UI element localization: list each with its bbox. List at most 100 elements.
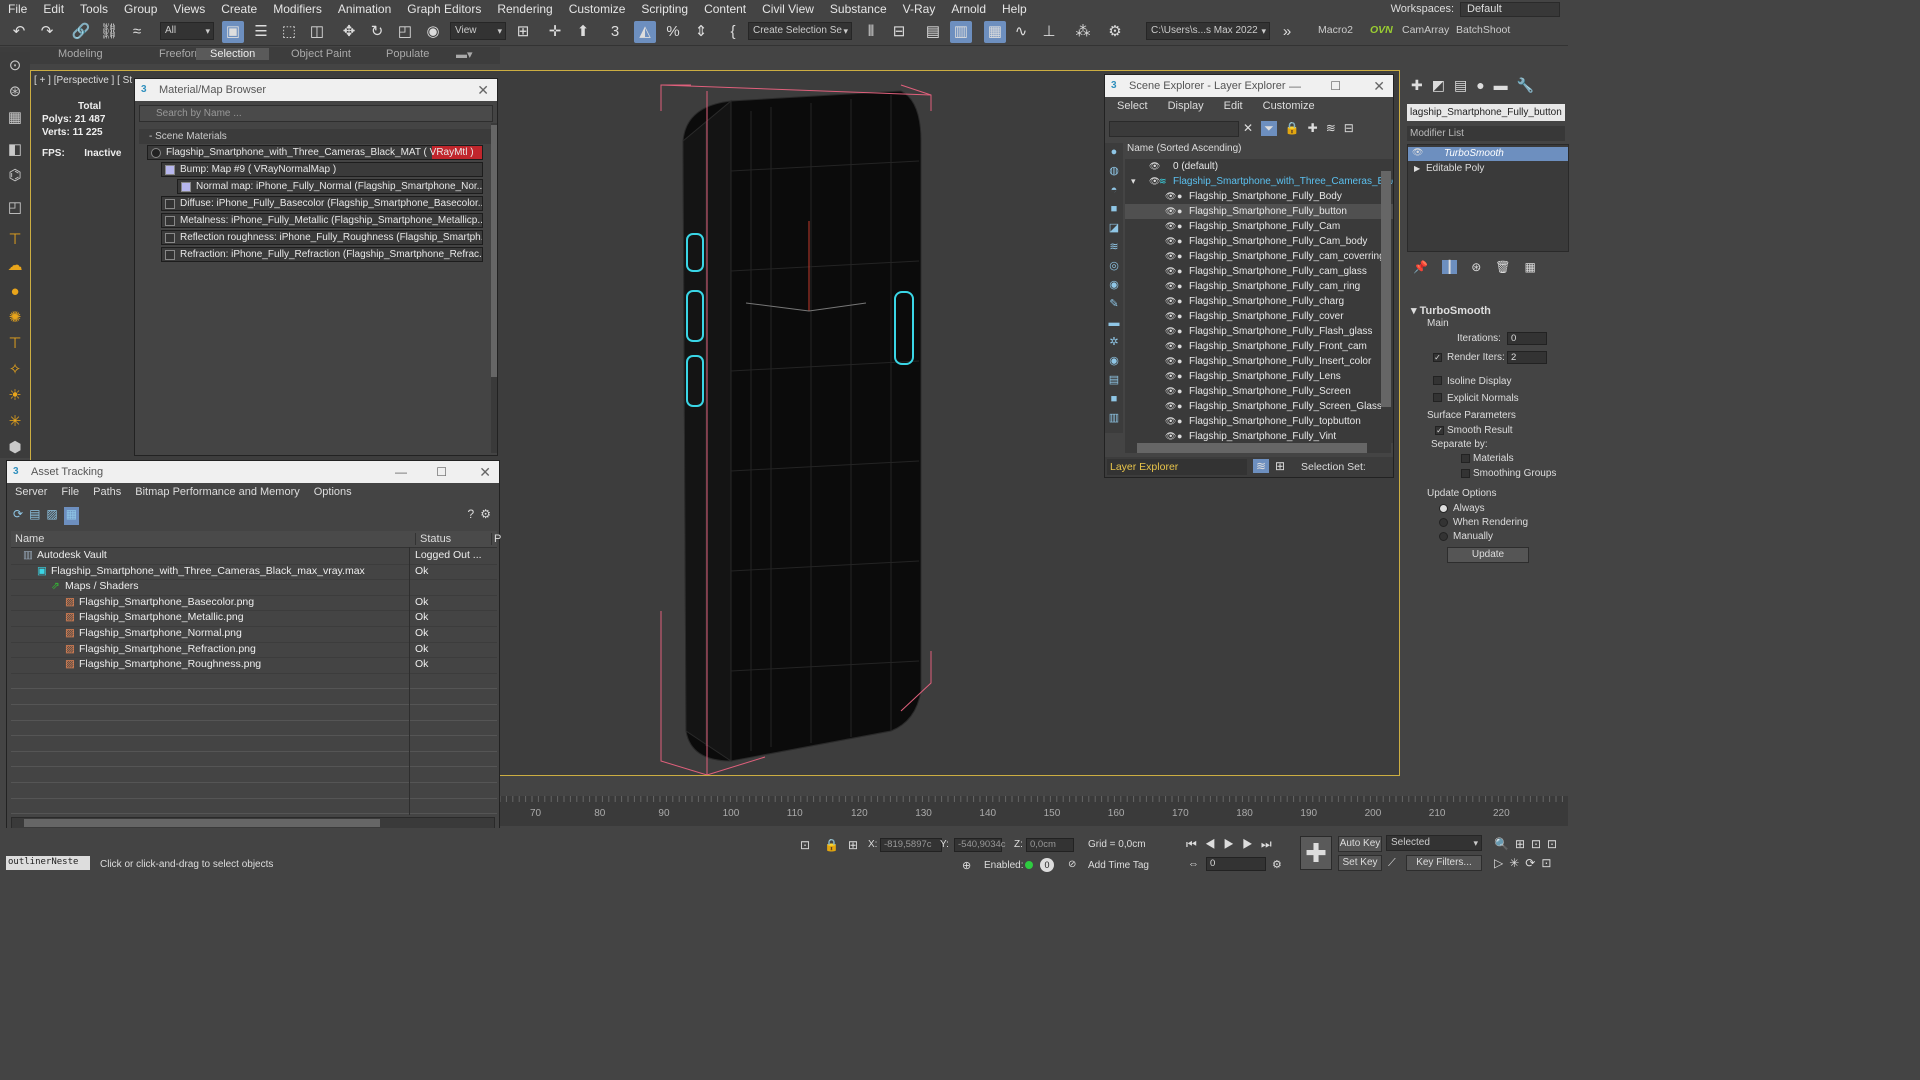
scene-node[interactable]: 👁 ● Flagship_Smartphone_Fully_charg bbox=[1125, 294, 1393, 309]
material-scrollbar[interactable] bbox=[491, 123, 497, 453]
scene-node[interactable]: 👁 ● Flagship_Smartphone_Fully_Vint bbox=[1125, 429, 1393, 443]
key-mode-icon[interactable]: ⟋ bbox=[1388, 857, 1396, 870]
menu-create[interactable]: Create bbox=[213, 2, 265, 16]
always-radio[interactable] bbox=[1439, 504, 1448, 513]
scene-node[interactable]: 👁 ● Flagship_Smartphone_Fully_cam_ring bbox=[1125, 279, 1393, 294]
eye-icon[interactable]: 👁 bbox=[1165, 294, 1176, 309]
systems-icon[interactable]: ✺ bbox=[4, 308, 26, 328]
adaptive-degradation-icon[interactable]: ⊕ bbox=[962, 859, 971, 872]
explicit-normals-checkbox[interactable] bbox=[1433, 393, 1442, 402]
object-render-icon[interactable]: ● bbox=[1177, 219, 1182, 234]
sun-icon[interactable]: ☀ bbox=[4, 386, 26, 406]
filter-icon[interactable]: ⏷ bbox=[1261, 121, 1277, 136]
key-filters-button[interactable]: Key Filters... bbox=[1406, 855, 1482, 871]
hierarchy-tab-icon[interactable]: ▤ bbox=[1454, 77, 1467, 94]
rotate-icon[interactable]: ↻ bbox=[366, 21, 388, 43]
object-render-icon[interactable]: ● bbox=[1177, 339, 1182, 354]
column-name[interactable]: Name bbox=[15, 533, 44, 545]
filter-icons[interactable]: ● ◍ ◓ ■ ◪ ≋ ◎ ◉ ✎ ▬ ✲ ◉ ▤ ■ ▥ bbox=[1105, 143, 1123, 428]
link-icon[interactable]: 🔗 bbox=[70, 21, 92, 43]
minimize-icon[interactable]: — bbox=[1289, 75, 1301, 97]
scene-node[interactable]: 👁 ● Flagship_Smartphone_Fully_button bbox=[1125, 204, 1393, 219]
particles-icon[interactable]: ✧ bbox=[4, 360, 26, 380]
object-render-icon[interactable]: ● bbox=[1177, 279, 1182, 294]
eye-icon[interactable]: 👁 bbox=[1165, 399, 1176, 414]
table-row[interactable]: ▨ Flagship_Smartphone_Normal.png Ok bbox=[11, 627, 497, 643]
scene-search-input[interactable] bbox=[1109, 121, 1239, 137]
stack-item-editable-poly[interactable]: ▶ Editable Poly bbox=[1408, 162, 1568, 176]
menu-arnold[interactable]: Arnold bbox=[943, 2, 994, 16]
curve-editor-icon[interactable]: ∿ bbox=[1010, 21, 1032, 43]
maxscript-listener[interactable]: outlinerNeste bbox=[6, 856, 90, 870]
menu-modifiers[interactable]: Modifiers bbox=[265, 2, 330, 16]
eye-icon[interactable]: 👁 bbox=[1165, 309, 1176, 324]
manually-radio[interactable] bbox=[1439, 532, 1448, 541]
close-icon[interactable]: ✕ bbox=[477, 79, 489, 101]
scene-node[interactable]: 👁 ● Flagship_Smartphone_Fully_cover bbox=[1125, 309, 1393, 324]
scene-node[interactable]: 👁 ● Flagship_Smartphone_Fully_Flash_glass bbox=[1125, 324, 1393, 339]
time-slider-icon[interactable]: ⇔ bbox=[1188, 858, 1199, 870]
scene-node[interactable]: 👁 ● Flagship_Smartphone_Fully_Screen_Glass bbox=[1125, 399, 1393, 414]
eye-icon[interactable]: 👁 bbox=[1165, 384, 1176, 399]
object-render-icon[interactable]: ● bbox=[1177, 384, 1182, 399]
material-item[interactable]: Reflection roughness: iPhone_Fully_Rough… bbox=[161, 230, 483, 245]
eye-icon[interactable]: 👁 bbox=[1165, 234, 1176, 249]
material-item[interactable]: Flagship_Smartphone_with_Three_Cameras_B… bbox=[147, 145, 483, 160]
ribbon-toggle-icon[interactable]: ▦ bbox=[984, 21, 1006, 43]
scale-icon[interactable]: ◰ bbox=[394, 21, 416, 43]
material-search-input[interactable]: Search by Name ... bbox=[139, 105, 493, 122]
expand-icon[interactable]: ▶ bbox=[1414, 162, 1420, 176]
create-tab-icon[interactable]: ✚ bbox=[1411, 77, 1423, 94]
menu-scripting[interactable]: Scripting bbox=[633, 2, 696, 16]
eye-icon[interactable]: 👁 bbox=[1165, 324, 1176, 339]
maximize-icon[interactable]: ☐ bbox=[1330, 75, 1341, 97]
scene-menu-display[interactable]: Display bbox=[1168, 100, 1204, 112]
render-iters-spinner[interactable]: 2 bbox=[1507, 351, 1547, 364]
snap-3d-icon[interactable]: 3 bbox=[604, 21, 626, 43]
unlink-icon[interactable]: ⛓ bbox=[98, 21, 120, 43]
scene-node[interactable]: 👁 ● Flagship_Smartphone_Fully_cam_glass bbox=[1125, 264, 1393, 279]
scene-node[interactable]: 👁 ● Flagship_Smartphone_Fully_Insert_color bbox=[1125, 354, 1393, 369]
object-render-icon[interactable]: ● bbox=[1177, 369, 1182, 384]
eye-icon[interactable]: 👁 bbox=[1165, 339, 1176, 354]
table-row[interactable]: ▥ Autodesk Vault Logged Out ... bbox=[11, 549, 497, 565]
scene-node[interactable]: 👁 ● Flagship_Smartphone_Fully_Cam_body bbox=[1125, 234, 1393, 249]
object-render-icon[interactable]: ● bbox=[1177, 324, 1182, 339]
ribbon-tab-populate[interactable]: Populate bbox=[386, 48, 429, 60]
minimize-icon[interactable]: — bbox=[395, 461, 407, 483]
thumbnail-view-icon[interactable]: ▨ bbox=[46, 507, 57, 525]
time-tag-icon[interactable]: ⊘ bbox=[1068, 859, 1076, 870]
motion-tab-icon[interactable]: ● bbox=[1476, 77, 1484, 93]
macro2-button[interactable]: Macro2 bbox=[1318, 24, 1353, 36]
eye-icon[interactable]: 👁 bbox=[1149, 159, 1160, 174]
asset-menu-paths[interactable]: Paths bbox=[93, 486, 121, 498]
render-iters-checkbox[interactable]: ✓ bbox=[1433, 353, 1442, 362]
workspace-dropdown[interactable]: Default bbox=[1460, 1, 1560, 17]
object-render-icon[interactable]: ● bbox=[1177, 204, 1182, 219]
material-item[interactable]: Bump: Map #9 ( VRayNormalMap ) bbox=[161, 162, 483, 177]
absolute-mode-icon[interactable]: ⊞ bbox=[848, 838, 858, 852]
batchshoot-button[interactable]: BatchShoot bbox=[1456, 24, 1510, 36]
select-object-icon[interactable]: ▣ bbox=[222, 21, 244, 43]
angle-snap-icon[interactable]: ◭ bbox=[634, 21, 656, 43]
spacewarps-icon[interactable]: ☁ bbox=[4, 256, 26, 276]
undo-icon[interactable]: ↶ bbox=[8, 21, 30, 43]
scene-node[interactable]: ▾ 👁 ≋ Flagship_Smartphone_with_Three_Camera… bbox=[1125, 174, 1393, 189]
materials-checkbox[interactable] bbox=[1461, 454, 1470, 463]
object-render-icon[interactable]: ● bbox=[1177, 429, 1182, 443]
y-coordinate-field[interactable]: -540,9034c bbox=[954, 838, 1006, 852]
table-view-icon[interactable]: ▦ bbox=[63, 507, 80, 525]
hierarchy-view-icon[interactable]: ⊞ bbox=[1275, 459, 1285, 473]
scene-menu-edit[interactable]: Edit bbox=[1224, 100, 1243, 112]
shapes-icon[interactable]: ⌬ bbox=[4, 166, 26, 186]
menu-views[interactable]: Views bbox=[165, 2, 213, 16]
scene-node[interactable]: 👁 ● Flagship_Smartphone_Fully_Lens bbox=[1125, 369, 1393, 384]
sphere-icon[interactable]: ● bbox=[4, 282, 26, 302]
object-render-icon[interactable]: ● bbox=[1177, 189, 1182, 204]
eye-icon[interactable]: 👁 bbox=[1165, 414, 1176, 429]
create-panel-icon[interactable]: ⊙ bbox=[4, 56, 26, 76]
material-item[interactable]: Normal map: iPhone_Fully_Normal (Flagshi… bbox=[177, 179, 483, 194]
eye-icon[interactable]: 👁 bbox=[1165, 219, 1176, 234]
modifier-list-dropdown[interactable]: Modifier List bbox=[1407, 126, 1565, 141]
close-icon[interactable]: ✕ bbox=[1373, 75, 1385, 97]
